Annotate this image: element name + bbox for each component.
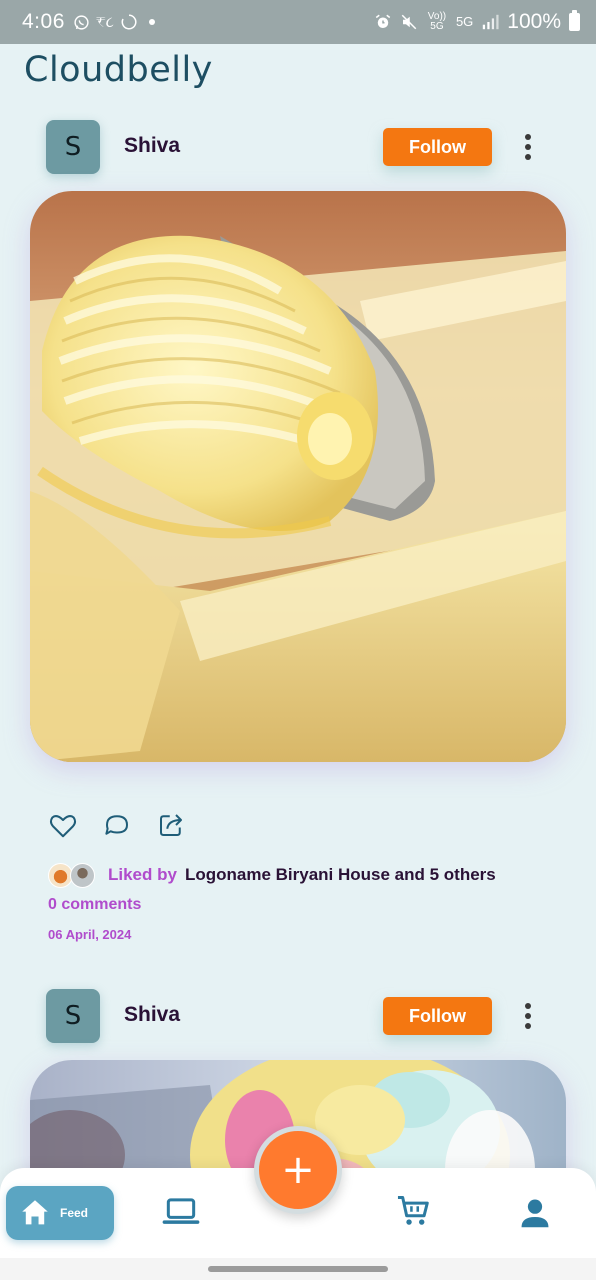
post-image[interactable] [30, 191, 566, 762]
butter-image [30, 191, 566, 762]
laptop-icon[interactable] [162, 1192, 200, 1230]
whatsapp-icon [74, 14, 89, 30]
battery-icon [569, 10, 580, 31]
liker-avatar [70, 862, 95, 888]
username[interactable]: Shiva [124, 134, 180, 158]
mute-icon [401, 14, 417, 30]
status-time: 4:06 [22, 10, 65, 33]
nav-feed[interactable]: Feed [6, 1186, 114, 1240]
rupee-glyph: ₹૮ [95, 13, 114, 31]
status-right-icons: Vo)) 5G 5G 100% [374, 10, 580, 34]
username[interactable]: Shiva [124, 1003, 180, 1027]
volte-icon: Vo)) 5G [427, 11, 447, 32]
nav-feed-label: Feed [60, 1206, 89, 1220]
avatar[interactable]: S [46, 989, 100, 1043]
signal-icon [483, 14, 499, 30]
battery-level: 100% [507, 10, 561, 33]
post-date: 06 April, 2024 [48, 927, 132, 942]
more-options-icon[interactable] [518, 1001, 538, 1031]
follow-button[interactable]: Follow [383, 997, 492, 1035]
home-icon [22, 1200, 48, 1225]
avatar[interactable]: S [46, 120, 100, 174]
post-header: S Shiva Follow [0, 989, 596, 1045]
comments-link[interactable]: 0 comments [48, 896, 141, 914]
post-header: S Shiva Follow [0, 120, 596, 176]
comment-icon[interactable] [102, 810, 132, 840]
liked-by-row[interactable]: Liked by Logoname Biryani House and 5 ot… [48, 861, 496, 889]
status-left-icons: ₹૮ [73, 13, 160, 31]
share-icon[interactable] [156, 810, 186, 840]
liked-by-names[interactable]: Logoname Biryani House and 5 others [185, 865, 496, 885]
more-options-icon[interactable] [518, 132, 538, 162]
profile-icon[interactable] [516, 1194, 554, 1232]
post-actions [48, 810, 186, 840]
add-icon: + [281, 1147, 315, 1193]
add-post-button[interactable]: + [254, 1126, 342, 1214]
app-title: Cloudbelly [24, 50, 213, 90]
dot-icon [148, 19, 155, 25]
loading-icon [121, 14, 137, 30]
liker-avatars [48, 862, 95, 888]
heart-icon[interactable] [48, 810, 78, 840]
cart-icon[interactable] [394, 1192, 432, 1230]
alarm-icon [375, 14, 391, 28]
gesture-bar[interactable] [208, 1266, 388, 1272]
5g-icon: 5G [455, 14, 474, 29]
status-bar: 4:06 ₹૮ Vo)) 5G 5G 100% [0, 0, 596, 44]
follow-button[interactable]: Follow [383, 128, 492, 166]
liked-by-label: Liked by [108, 865, 177, 884]
